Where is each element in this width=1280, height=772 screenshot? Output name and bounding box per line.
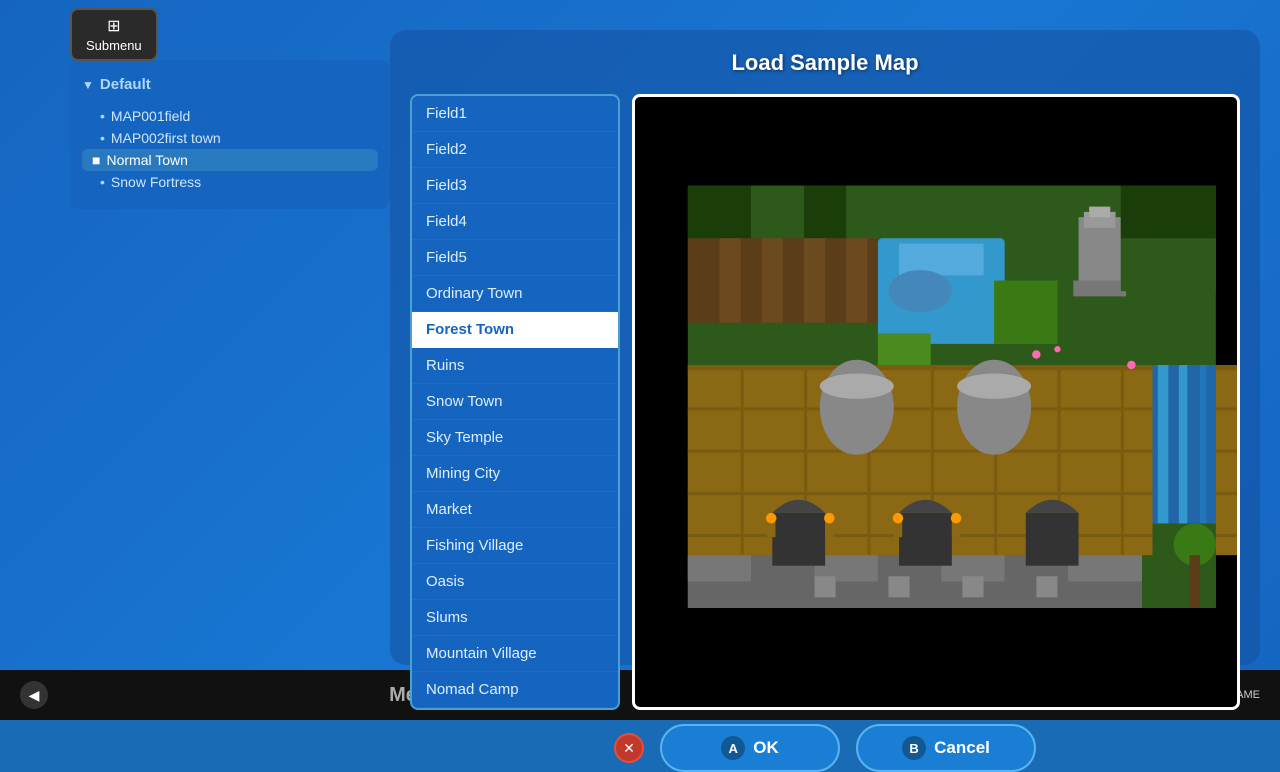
ok-label: OK [753, 738, 779, 758]
list-item-fishing-village[interactable]: Fishing Village [412, 528, 618, 564]
submenu-label: Submenu [86, 38, 142, 53]
cancel-button[interactable]: B Cancel [856, 724, 1036, 772]
sidebar-item-normal-town[interactable]: Normal Town [82, 149, 378, 171]
sidebar-item-map002[interactable]: MAP002first town [82, 127, 378, 149]
list-item-sky-temple[interactable]: Sky Temple [412, 420, 618, 456]
list-item-ordinary-town[interactable]: Ordinary Town [412, 276, 618, 312]
list-item-ruins[interactable]: Ruins [412, 348, 618, 384]
list-item-market[interactable]: Market [412, 492, 618, 528]
modal-list: Field1Field2Field3Field4Field5Ordinary T… [412, 96, 618, 708]
modal-footer: ✕ A OK B Cancel [614, 724, 1036, 772]
list-item-slums[interactable]: Slums [412, 600, 618, 636]
list-item-forest-town[interactable]: Forest Town [412, 312, 618, 348]
ok-badge: A [721, 736, 745, 760]
list-item-field3[interactable]: Field3 [412, 168, 618, 204]
sidebar-group-title: Default [82, 76, 378, 93]
cancel-badge: B [902, 736, 926, 760]
list-item-nomad-camp[interactable]: Nomad Camp [412, 672, 618, 708]
list-item-mountain-village[interactable]: Mountain Village [412, 636, 618, 672]
list-item-field5[interactable]: Field5 [412, 240, 618, 276]
sidebar-item-map001[interactable]: MAP001field [82, 105, 378, 127]
sidebar: Default MAP001fieldMAP002first townNorma… [70, 60, 390, 209]
submenu-button[interactable]: ⊞ Submenu [70, 8, 158, 61]
sidebar-items-list: MAP001fieldMAP002first townNormal TownSn… [82, 105, 378, 193]
map-list-panel: Field1Field2Field3Field4Field5Ordinary T… [410, 94, 620, 710]
modal-title: Load Sample Map [731, 50, 918, 76]
close-button[interactable]: ✕ [614, 733, 644, 763]
list-item-mining-city[interactable]: Mining City [412, 456, 618, 492]
map-preview-panel [632, 94, 1240, 710]
list-item-oasis[interactable]: Oasis [412, 564, 618, 600]
map-preview-svg [635, 97, 1237, 707]
sidebar-item-snow-fortress[interactable]: Snow Fortress [82, 171, 378, 193]
modal-overlay: Load Sample Map Field1Field2Field3Field4… [390, 30, 1260, 665]
cancel-label: Cancel [934, 738, 990, 758]
ok-button[interactable]: A OK [660, 724, 840, 772]
list-item-field1[interactable]: Field1 [412, 96, 618, 132]
list-item-field4[interactable]: Field4 [412, 204, 618, 240]
list-item-snow-town[interactable]: Snow Town [412, 384, 618, 420]
modal-body: Field1Field2Field3Field4Field5Ordinary T… [410, 94, 1240, 710]
list-item-field2[interactable]: Field2 [412, 132, 618, 168]
back-button[interactable]: ◀ [20, 681, 48, 709]
submenu-icon: ⊞ [107, 16, 120, 36]
